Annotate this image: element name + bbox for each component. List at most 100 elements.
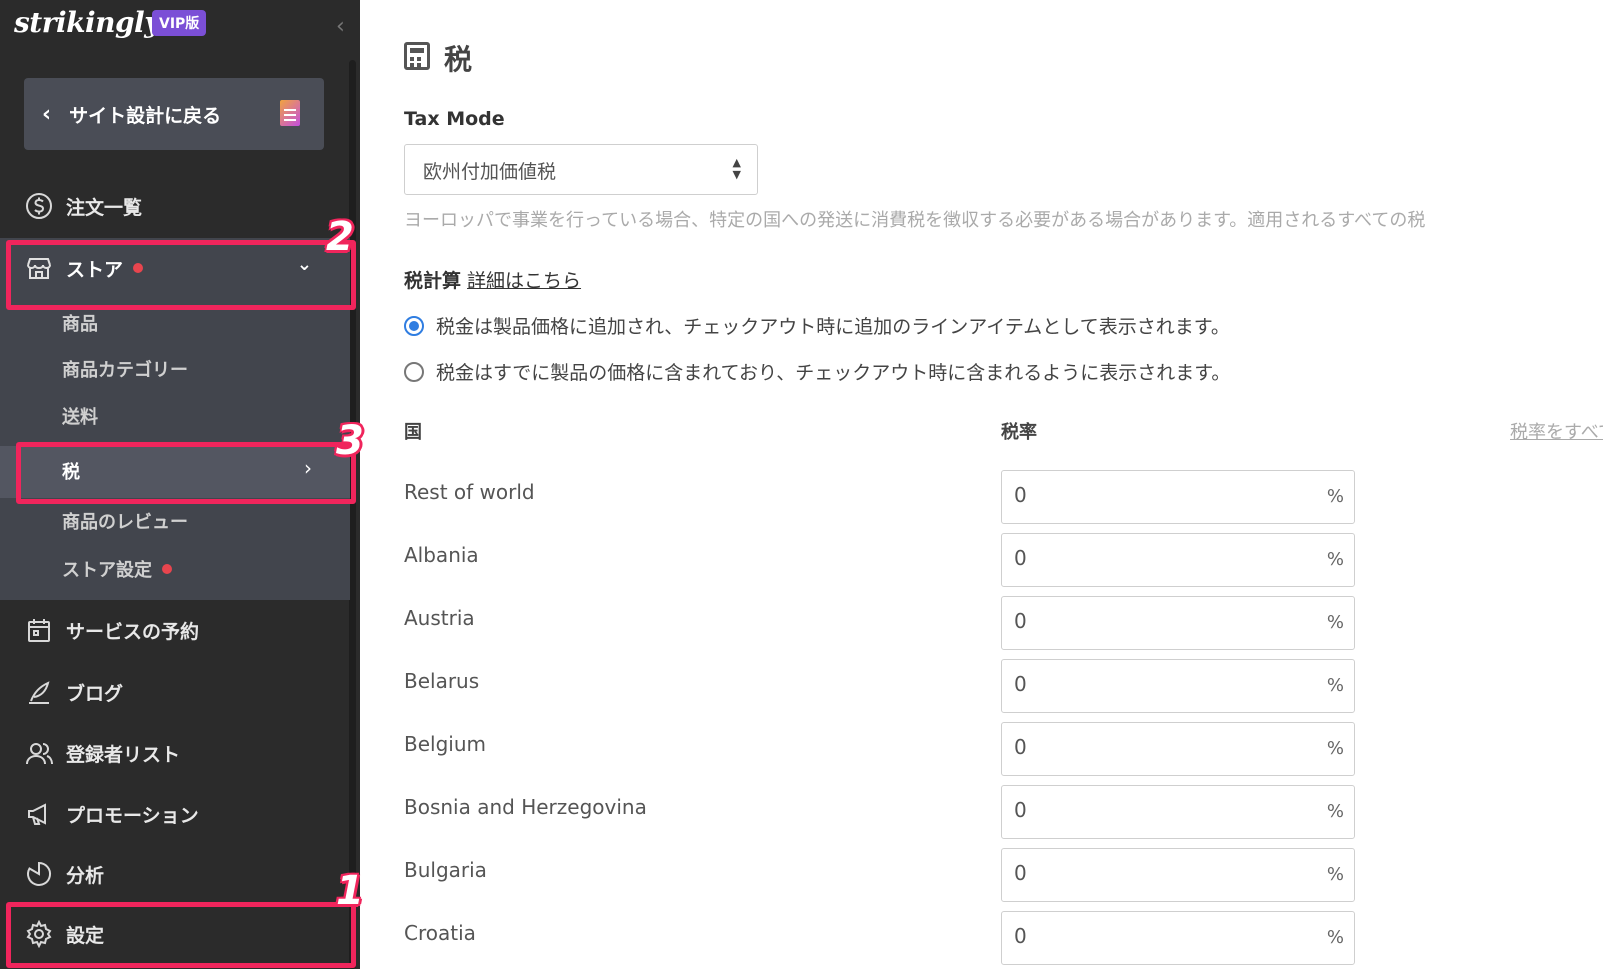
- country-name: Croatia: [404, 921, 476, 945]
- back-button-label: サイト設計に戻る: [69, 104, 222, 127]
- sidebar-subitem-shipping[interactable]: 送料: [62, 403, 98, 429]
- tax-rate-input[interactable]: [1014, 735, 1294, 759]
- sidebar-item-label: プロモーション: [66, 804, 199, 827]
- tax-calculation-heading: 税計算: [404, 270, 462, 292]
- tax-mode-value: 欧州付加価値税: [423, 161, 557, 183]
- country-name: Albania: [404, 543, 479, 567]
- tax-rate-field[interactable]: %: [1001, 596, 1355, 650]
- table-row: Rest of world %: [360, 470, 1603, 524]
- calendar-icon: [24, 615, 54, 645]
- sidebar-subitem-categories[interactable]: 商品カテゴリー: [62, 356, 188, 382]
- strikingly-logo[interactable]: strikingly: [14, 6, 160, 39]
- tax-included-option[interactable]: 税金はすでに製品の価格に含まれており、チェックアウト時に含まれるように表示されま…: [404, 358, 1230, 385]
- tax-rate-input[interactable]: [1014, 546, 1294, 570]
- tax-mode-select[interactable]: 欧州付加価値税 ▲ ▼: [404, 144, 758, 195]
- tax-calculation-label: 税計算 詳細はこちら: [404, 266, 581, 293]
- tax-rate-input[interactable]: [1014, 861, 1294, 885]
- sidebar-subitem-store-settings[interactable]: ストア設定: [62, 556, 172, 582]
- learn-more-link[interactable]: 詳細はこちら: [467, 270, 581, 292]
- tax-added-option[interactable]: 税金は製品価格に追加され、チェックアウト時に追加のラインアイテムとして表示されま…: [404, 312, 1230, 339]
- sidebar-item-promotions[interactable]: プロモーション: [0, 786, 350, 842]
- tax-mode-label: Tax Mode: [404, 108, 505, 130]
- sidebar-item-orders[interactable]: 注文一覧: [0, 178, 350, 234]
- subitem-label: 商品: [62, 314, 98, 335]
- sidebar-item-subscribers[interactable]: 登録者リスト: [0, 725, 350, 781]
- dollar-icon: [24, 191, 54, 221]
- table-row: Austria %: [360, 596, 1603, 650]
- sidebar-scrollbar[interactable]: [349, 60, 356, 969]
- sidebar-item-label: サービスの予約: [66, 620, 200, 643]
- sidebar-item-label: ブログ: [66, 682, 124, 705]
- sidebar-item-bookings[interactable]: サービスの予約: [0, 602, 350, 658]
- tax-rate-field[interactable]: %: [1001, 785, 1355, 839]
- percent-unit: %: [1326, 612, 1344, 633]
- radio-label: 税金はすでに製品の価格に含まれており、チェックアウト時に含まれるように表示されま…: [436, 362, 1231, 384]
- country-name: Austria: [404, 606, 475, 630]
- tax-rate-input[interactable]: [1014, 798, 1294, 822]
- annotation-box-store: [6, 240, 356, 310]
- sidebar-subitem-reviews[interactable]: 商品のレビュー: [62, 508, 188, 534]
- percent-unit: %: [1326, 486, 1344, 507]
- percent-unit: %: [1326, 927, 1344, 948]
- country-name: Belgium: [404, 732, 486, 756]
- table-row: Belarus %: [360, 659, 1603, 713]
- tax-rate-field[interactable]: %: [1001, 470, 1355, 524]
- set-all-rates-link[interactable]: 税率をすべて: [1510, 418, 1603, 444]
- column-header-rate: 税率: [1001, 422, 1037, 443]
- tax-rate-input[interactable]: [1014, 483, 1294, 507]
- users-icon: [24, 738, 54, 768]
- sidebar-item-label: 登録者リスト: [66, 743, 181, 766]
- table-row: Bulgaria %: [360, 848, 1603, 902]
- pie-chart-icon: [24, 859, 54, 889]
- tax-rate-field[interactable]: %: [1001, 848, 1355, 902]
- table-row: Croatia %: [360, 911, 1603, 965]
- percent-unit: %: [1326, 549, 1344, 570]
- radio-tax-included[interactable]: [404, 361, 424, 382]
- subitem-label: ストア設定: [62, 560, 152, 581]
- tax-mode-help-text: ヨーロッパで事業を行っている場合、特定の国への発送に消費税を徴収する必要がある場…: [404, 210, 1426, 231]
- table-row: Albania %: [360, 533, 1603, 587]
- column-header-country: 国: [404, 422, 422, 443]
- chevron-left-icon[interactable]: ‹: [336, 14, 345, 39]
- page-title: 税: [444, 43, 473, 76]
- table-row: Bosnia and Herzegovina %: [360, 785, 1603, 839]
- sidebar-subitem-products[interactable]: 商品: [62, 310, 98, 336]
- main-content: 税 Tax Mode 欧州付加価値税 ▲ ▼ ヨーロッパで事業を行っている場合、特…: [360, 0, 1603, 969]
- sidebar-item-analytics[interactable]: 分析: [0, 846, 350, 902]
- country-name: Belarus: [404, 669, 480, 693]
- country-name: Bosnia and Herzegovina: [404, 795, 647, 819]
- percent-unit: %: [1326, 864, 1344, 885]
- annotation-number: 2: [326, 214, 354, 260]
- sidebar-item-blog[interactable]: ブログ: [0, 664, 350, 720]
- country-name: Bulgaria: [404, 858, 487, 882]
- percent-unit: %: [1326, 738, 1344, 759]
- calculator-icon: [404, 42, 430, 70]
- tax-rate-input[interactable]: [1014, 672, 1294, 696]
- quill-icon: [24, 677, 54, 707]
- sidebar-item-label: 注文一覧: [66, 196, 143, 219]
- tax-rate-input[interactable]: [1014, 609, 1294, 633]
- percent-unit: %: [1326, 675, 1344, 696]
- subitem-label: 送料: [62, 407, 98, 428]
- subitem-label: 商品カテゴリー: [62, 360, 188, 381]
- sidebar-item-label: 分析: [66, 864, 105, 887]
- tax-rate-input[interactable]: [1014, 924, 1294, 948]
- tax-rate-field[interactable]: %: [1001, 659, 1355, 713]
- radio-label: 税金は製品価格に追加され、チェックアウト時に追加のラインアイテムとして表示されま…: [436, 316, 1230, 338]
- chevron-left-icon: ‹: [42, 101, 52, 127]
- country-name: Rest of world: [404, 480, 535, 504]
- radio-tax-added[interactable]: [404, 315, 424, 336]
- table-row: Belgium %: [360, 722, 1603, 776]
- notification-dot: [162, 564, 172, 574]
- annotation-box-tax: [16, 442, 356, 504]
- document-icon: [280, 100, 300, 126]
- annotation-box-settings: [6, 902, 356, 968]
- vip-badge: VIP版: [152, 10, 207, 36]
- percent-unit: %: [1326, 801, 1344, 822]
- tax-rate-field[interactable]: %: [1001, 911, 1355, 965]
- select-arrows-icon: ▲ ▼: [732, 156, 741, 181]
- tax-rate-field[interactable]: %: [1001, 722, 1355, 776]
- back-to-site-editor-button[interactable]: ‹ サイト設計に戻る: [24, 78, 324, 150]
- tax-rate-field[interactable]: %: [1001, 533, 1355, 587]
- megaphone-icon: [24, 799, 54, 829]
